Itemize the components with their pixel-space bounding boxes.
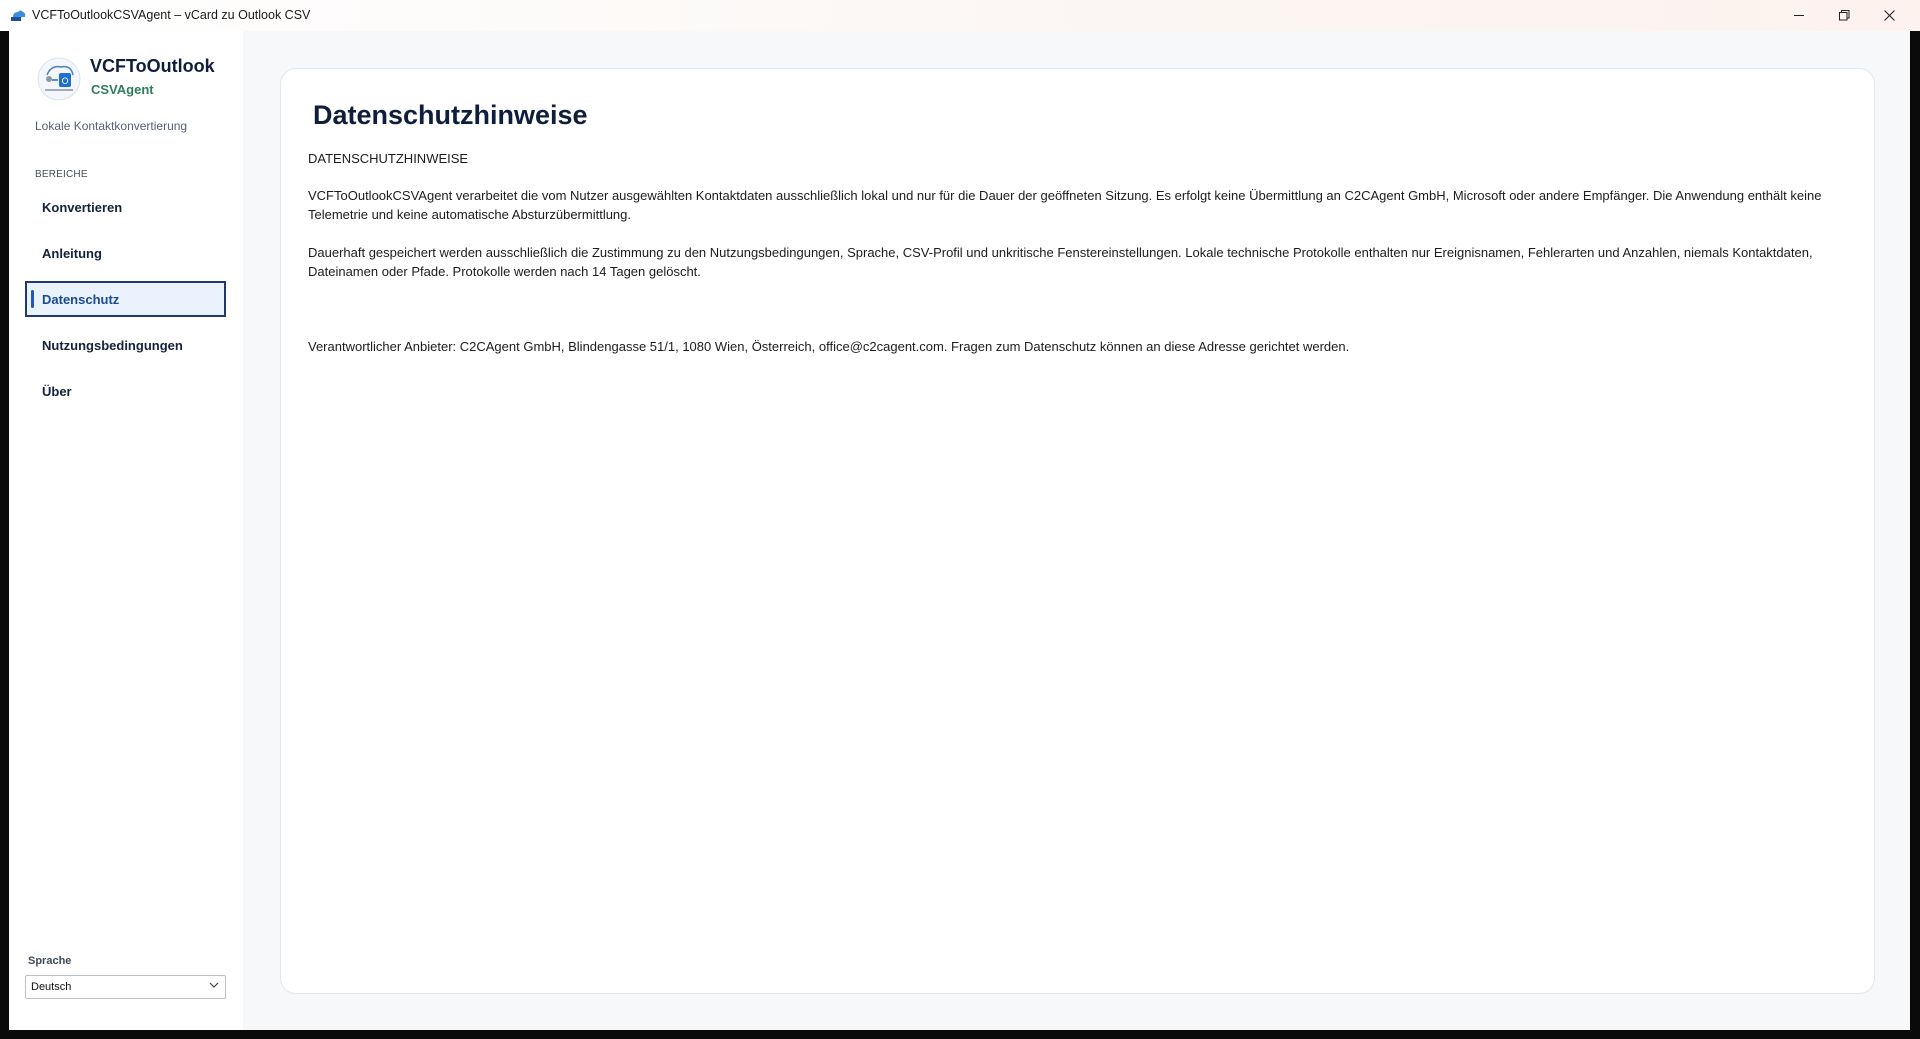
privacy-paragraph-processing: VCFToOutlookCSVAgent verarbeitet die vom…: [308, 188, 1822, 222]
privacy-heading: DATENSCHUTZHINWEISE: [308, 151, 469, 166]
window-left-border: [0, 31, 9, 1030]
privacy-paragraph-controller: Verantwortlicher Anbieter: C2CAgent GmbH…: [308, 339, 1350, 354]
chevron-down-icon: [209, 980, 219, 993]
nav-section-label: BEREICHE: [35, 169, 88, 180]
svg-text:O: O: [61, 77, 68, 87]
window-right-border: [1910, 31, 1920, 1030]
sidebar-item-label: Nutzungsbedingungen: [42, 337, 183, 353]
close-button[interactable]: [1866, 0, 1912, 31]
sidebar-item-konvertieren[interactable]: Konvertieren: [25, 189, 226, 225]
privacy-paragraph-storage: Dauerhaft gespeichert werden ausschließl…: [308, 245, 1813, 279]
window-title: VCFToOutlookCSVAgent – vCard zu Outlook …: [32, 8, 311, 22]
sidebar-item-ueber[interactable]: Über: [25, 373, 226, 409]
brand-title: VCFToOutlook: [90, 56, 215, 76]
page-title: Datenschutzhinweise: [313, 100, 588, 130]
sidebar-item-label: Anleitung: [42, 245, 102, 261]
app-logo: O: [37, 57, 81, 101]
app-window: VCFToOutlookCSVAgent – vCard zu Outlook …: [0, 0, 1920, 1030]
language-label: Sprache: [28, 955, 72, 967]
restore-button[interactable]: [1821, 0, 1867, 31]
app-icon: [10, 8, 26, 22]
language-select[interactable]: Deutsch: [25, 975, 226, 999]
sidebar-item-label: Datenschutz: [42, 291, 120, 307]
window-bottom-border: [0, 1030, 1920, 1039]
brand-subtitle: CSVAgent: [91, 82, 154, 97]
minimize-button[interactable]: [1776, 0, 1822, 31]
sidebar-item-anleitung[interactable]: Anleitung: [25, 235, 226, 271]
title-bar: VCFToOutlookCSVAgent – vCard zu Outlook …: [0, 0, 1920, 31]
sidebar: O VCFToOutlook CSVAgent Lokale Kontaktko…: [9, 31, 243, 1030]
sidebar-item-nutzungsbedingungen[interactable]: Nutzungsbedingungen: [25, 327, 226, 363]
brand-description: Lokale Kontaktkonvertierung: [35, 119, 188, 133]
content-card: Datenschutzhinweise DATENSCHUTZHINWEISE …: [280, 68, 1875, 994]
sidebar-item-label: Über: [42, 383, 72, 399]
language-select-value: Deutsch: [31, 981, 72, 993]
sidebar-item-datenschutz[interactable]: Datenschutz: [25, 281, 226, 317]
sidebar-item-label: Konvertieren: [42, 199, 123, 215]
